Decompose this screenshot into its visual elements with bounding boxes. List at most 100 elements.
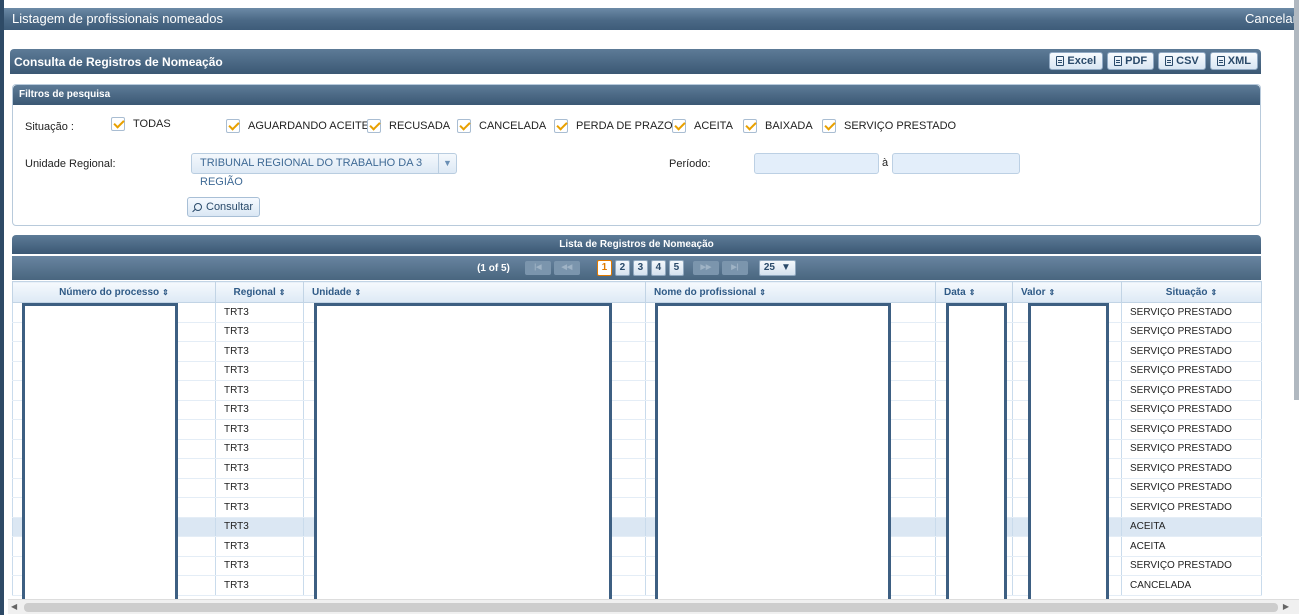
cell-regional: TRT3 bbox=[215, 380, 304, 401]
horizontal-scrollbar[interactable]: ◀ ▶ bbox=[8, 599, 1299, 614]
sort-icon: ⇕ bbox=[1048, 287, 1056, 297]
checkbox-todas[interactable]: TODAS bbox=[111, 117, 171, 131]
cell-regional: TRT3 bbox=[215, 322, 304, 342]
column-label: Data bbox=[944, 286, 966, 298]
cell-situacao: SERVIÇO PRESTADO bbox=[1121, 556, 1262, 576]
page-link-3[interactable]: 3 bbox=[632, 260, 648, 276]
checkbox-recusada[interactable]: RECUSADA bbox=[367, 119, 450, 133]
col-nome-profissional[interactable]: Nome do profissional ⇕ bbox=[645, 281, 936, 303]
document-icon bbox=[1114, 56, 1123, 66]
checkbox-checked-icon bbox=[226, 119, 240, 133]
checkbox-checked-icon bbox=[457, 119, 471, 133]
checkbox-baixada[interactable]: BAIXADA bbox=[743, 119, 813, 133]
unidade-regional-select[interactable]: TRIBUNAL REGIONAL DO TRABALHO DA 3 REGIÃ… bbox=[191, 153, 457, 188]
export-label: PDF bbox=[1125, 55, 1148, 67]
checkbox-label: SERVIÇO PRESTADO bbox=[844, 120, 957, 132]
cell-regional: TRT3 bbox=[215, 361, 304, 381]
cell-regional: TRT3 bbox=[215, 497, 304, 518]
next-page-icon[interactable]: ▶▶ bbox=[692, 261, 719, 275]
redacted-nome-profissional bbox=[655, 303, 891, 606]
checkbox-label: BAIXADA bbox=[765, 120, 813, 132]
column-label: Situação bbox=[1165, 286, 1208, 298]
vertical-scrollbar[interactable] bbox=[1294, 0, 1299, 400]
page-size-value: 25 bbox=[763, 262, 775, 273]
column-label: Número do processo bbox=[59, 286, 160, 298]
checkbox-label: CANCELADA bbox=[479, 120, 547, 132]
cell-situacao: SERVIÇO PRESTADO bbox=[1121, 497, 1262, 518]
checkbox-checked-icon bbox=[672, 119, 686, 133]
page-link-1[interactable]: 1 bbox=[596, 260, 612, 276]
cell-regional: TRT3 bbox=[215, 575, 304, 596]
periodo-separator: à bbox=[882, 157, 889, 169]
window-titlebar: Listagem de profissionais nomeados Cance… bbox=[4, 8, 1299, 30]
page-link-4[interactable]: 4 bbox=[650, 260, 666, 276]
checkbox-aguardando-aceite[interactable]: AGUARDANDO ACEITE bbox=[226, 119, 369, 133]
search-icon bbox=[194, 203, 202, 211]
cell-situacao: SERVIÇO PRESTADO bbox=[1121, 322, 1262, 342]
redacted-valor bbox=[1028, 303, 1109, 606]
scrollbar-thumb[interactable] bbox=[24, 603, 1278, 612]
column-label: Regional bbox=[233, 286, 276, 298]
cancel-link[interactable]: Cancelar bbox=[1245, 8, 1297, 30]
export-label: CSV bbox=[1176, 55, 1199, 67]
last-page-icon[interactable]: ▶| bbox=[721, 261, 748, 275]
prev-page-icon[interactable]: ◀◀ bbox=[553, 261, 580, 275]
cell-situacao: SERVIÇO PRESTADO bbox=[1121, 439, 1262, 459]
export-xml-button[interactable]: XML bbox=[1209, 52, 1258, 70]
checkbox-checked-icon bbox=[111, 117, 125, 131]
col-data[interactable]: Data ⇕ bbox=[935, 281, 1013, 303]
col-situacao[interactable]: Situação ⇕ bbox=[1121, 281, 1262, 303]
scroll-left-icon[interactable]: ◀ bbox=[11, 602, 17, 611]
export-csv-button[interactable]: CSV bbox=[1158, 52, 1206, 70]
redacted-unidade bbox=[314, 303, 612, 606]
cell-situacao: SERVIÇO PRESTADO bbox=[1121, 341, 1262, 362]
page-info: (1 of 5) bbox=[477, 262, 510, 274]
cell-regional: TRT3 bbox=[215, 458, 304, 479]
checkbox-checked-icon bbox=[822, 119, 836, 133]
cell-regional: TRT3 bbox=[215, 556, 304, 576]
col-unidade[interactable]: Unidade ⇕ bbox=[303, 281, 646, 303]
checkbox-label: RECUSADA bbox=[389, 120, 451, 132]
cell-situacao: CANCELADA bbox=[1121, 575, 1262, 596]
cell-regional: TRT3 bbox=[215, 400, 304, 420]
export-toolbar: Excel PDF CSV XML bbox=[1049, 52, 1258, 70]
cell-situacao: SERVIÇO PRESTADO bbox=[1121, 419, 1262, 440]
filters-panel: Filtros de pesquisa Situação : TODAS AGU… bbox=[12, 84, 1261, 226]
scroll-right-icon[interactable]: ▶ bbox=[1283, 602, 1289, 611]
chevron-down-icon[interactable]: ▼ bbox=[438, 154, 456, 173]
checkbox-cancelada[interactable]: CANCELADA bbox=[457, 119, 546, 133]
paginator: (1 of 5) |◀ ◀◀ 1 2 3 4 5 ▶▶ ▶| 25 ▼ bbox=[12, 256, 1261, 280]
first-page-icon[interactable]: |◀ bbox=[524, 261, 551, 275]
document-icon bbox=[1056, 56, 1065, 66]
situacao-label: Situação : bbox=[25, 121, 74, 133]
checkbox-label: ACEITA bbox=[694, 120, 733, 132]
cell-regional: TRT3 bbox=[215, 478, 304, 498]
app-window: Listagem de profissionais nomeados Cance… bbox=[0, 0, 1299, 615]
col-regional[interactable]: Regional ⇕ bbox=[215, 281, 304, 303]
export-excel-button[interactable]: Excel bbox=[1049, 52, 1104, 70]
sort-icon: ⇕ bbox=[1210, 287, 1218, 297]
column-label: Valor bbox=[1021, 286, 1046, 298]
chevron-down-icon: ▼ bbox=[781, 262, 791, 273]
page-link-5[interactable]: 5 bbox=[668, 260, 684, 276]
checkbox-perda-de-prazo[interactable]: PERDA DE PRAZO bbox=[554, 119, 673, 133]
page-size-select[interactable]: 25 ▼ bbox=[758, 260, 796, 276]
checkbox-label: AGUARDANDO ACEITE bbox=[248, 120, 370, 132]
periodo-inicio-input[interactable] bbox=[754, 153, 879, 174]
window-title: Listagem de profissionais nomeados bbox=[12, 11, 224, 26]
sort-icon: ⇕ bbox=[354, 287, 362, 297]
page-link-2[interactable]: 2 bbox=[614, 260, 630, 276]
periodo-label: Período: bbox=[669, 158, 711, 170]
col-valor[interactable]: Valor ⇕ bbox=[1012, 281, 1122, 303]
cell-regional: TRT3 bbox=[215, 419, 304, 440]
col-numero-processo[interactable]: Número do processo ⇕ bbox=[12, 281, 216, 303]
checkbox-aceita[interactable]: ACEITA bbox=[672, 119, 733, 133]
consultar-button[interactable]: Consultar bbox=[187, 197, 261, 217]
cell-situacao: SERVIÇO PRESTADO bbox=[1121, 478, 1262, 498]
periodo-fim-input[interactable] bbox=[892, 153, 1020, 174]
export-pdf-button[interactable]: PDF bbox=[1107, 52, 1155, 70]
cell-situacao: SERVIÇO PRESTADO bbox=[1121, 400, 1262, 420]
cell-regional: TRT3 bbox=[215, 517, 304, 537]
checkbox-servico-prestado[interactable]: SERVIÇO PRESTADO bbox=[822, 119, 956, 133]
cell-situacao: SERVIÇO PRESTADO bbox=[1121, 302, 1262, 323]
